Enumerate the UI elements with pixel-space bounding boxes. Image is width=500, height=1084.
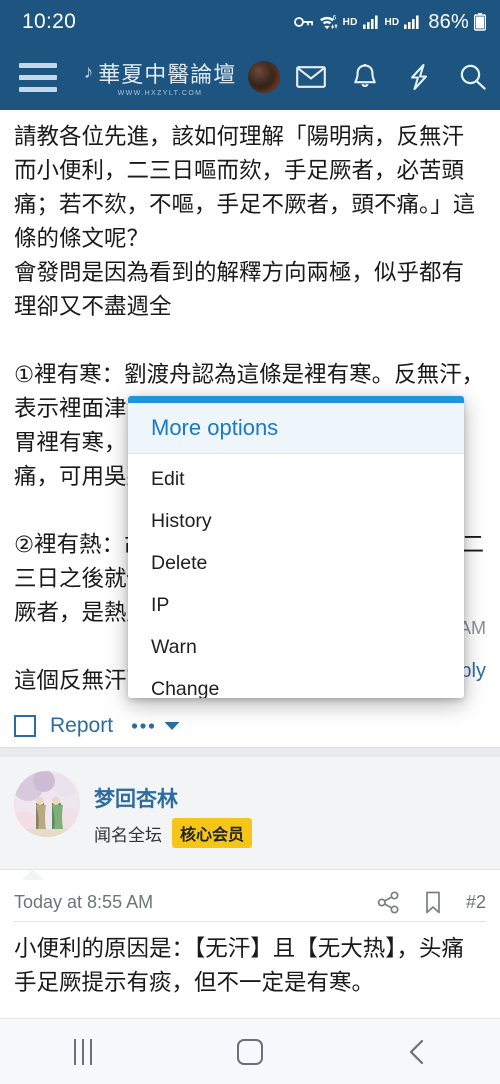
search-icon[interactable] bbox=[446, 63, 500, 91]
back-chevron-icon bbox=[409, 1039, 423, 1064]
post-paragraph: 會發問是因為看到的解釋方向兩極，似乎都有理卻又不盡週全 bbox=[14, 260, 465, 320]
home-icon bbox=[237, 1038, 263, 1065]
more-options-dialog[interactable]: More options Edit History Delete IP Warn… bbox=[128, 396, 464, 698]
inbox-icon[interactable] bbox=[284, 65, 338, 89]
header-action-icons bbox=[284, 63, 500, 91]
menu-item-edit[interactable]: Edit bbox=[128, 458, 464, 500]
menu-item-warn[interactable]: Warn bbox=[128, 626, 464, 668]
bookmark-icon[interactable] bbox=[424, 891, 442, 914]
post2-info-bar: Today at 8:55 AM #2 bbox=[0, 880, 500, 924]
site-title: 華夏中醫論壇 bbox=[98, 62, 237, 87]
site-url: WWW.HXZYLT.COM bbox=[117, 90, 203, 97]
vpn-key-icon bbox=[293, 17, 313, 27]
status-bar: 10:20 6 HD HD 86% bbox=[0, 0, 500, 44]
menu-item-ip[interactable]: IP bbox=[128, 584, 464, 626]
post-more-menu-button[interactable] bbox=[131, 720, 181, 732]
select-post-checkbox[interactable] bbox=[14, 714, 36, 737]
share-icon[interactable] bbox=[377, 890, 400, 914]
post-paragraph: 請教各位先進，該如何理解「陽明病，反無汗而小便利，二三日嘔而欬，手足厥者，必苦頭… bbox=[14, 124, 476, 252]
post2-rule bbox=[14, 921, 486, 922]
site-logo[interactable]: ♪ 華夏中醫論壇 WWW.HXZYLT.COM bbox=[80, 57, 240, 97]
chevron-down-icon bbox=[164, 721, 180, 730]
recents-button[interactable] bbox=[0, 1038, 167, 1065]
post2-header: 梦回杏林 闻名全坛 核心会员 bbox=[0, 757, 500, 869]
post2-top-rule bbox=[0, 869, 500, 870]
post-separator bbox=[0, 748, 500, 757]
post2-username[interactable]: 梦回杏林 bbox=[94, 783, 178, 813]
battery-icon bbox=[474, 13, 486, 31]
post2-content: 小便利的原因是：【无汗】且【无大热】，头痛手足厥提示有痰，但不一定是有寒。 bbox=[0, 932, 500, 1000]
system-navigation-bar bbox=[0, 1018, 500, 1084]
home-button[interactable] bbox=[167, 1038, 334, 1065]
post2-user-title: 闻名全坛 bbox=[94, 825, 162, 846]
status-clock: 10:20 bbox=[22, 10, 77, 33]
status-icon-tray: 6 HD HD 86% bbox=[293, 10, 486, 34]
phone-screen: 10:20 6 HD HD 86% ♪ 華夏中醫論壇 WWW.HXZYLT.CO… bbox=[0, 0, 500, 1084]
hd-badge: HD bbox=[384, 16, 400, 28]
avatar[interactable] bbox=[14, 771, 80, 837]
dialog-title: More options bbox=[151, 415, 279, 440]
signal-bars-icon bbox=[404, 15, 419, 29]
battery-percent-label: 86% bbox=[428, 10, 469, 33]
status-badge: 核心会员 bbox=[172, 818, 253, 848]
alerts-bell-icon[interactable] bbox=[338, 63, 392, 91]
dialog-header: More options bbox=[128, 403, 464, 454]
app-header: ♪ 華夏中醫論壇 WWW.HXZYLT.COM bbox=[0, 44, 500, 110]
svg-text:6: 6 bbox=[332, 15, 336, 22]
signal-bars-icon bbox=[362, 15, 378, 29]
post-action-bar: Report bbox=[0, 703, 500, 748]
back-button[interactable] bbox=[333, 1038, 500, 1066]
whats-new-bolt-icon[interactable] bbox=[392, 63, 446, 91]
dialog-accent-bar bbox=[128, 396, 464, 403]
menu-item-history[interactable]: History bbox=[128, 500, 464, 542]
menu-item-change[interactable]: Change bbox=[128, 668, 464, 699]
brand-logo-row: ♪ 華夏中醫論壇 bbox=[84, 57, 237, 89]
dialog-menu-list: Edit History Delete IP Warn Change bbox=[128, 454, 464, 699]
wifi-6-icon: 6 bbox=[319, 15, 338, 30]
post2-number[interactable]: #2 bbox=[466, 892, 486, 913]
hd-badge: HD bbox=[342, 16, 358, 28]
post2-notch bbox=[22, 869, 44, 880]
hamburger-menu-icon[interactable] bbox=[0, 62, 76, 92]
post2-paragraph: 小便利的原因是：【无汗】且【无大热】，头痛手足厥提示有痰，但不一定是有寒。 bbox=[14, 936, 465, 996]
avatar[interactable] bbox=[248, 61, 280, 93]
post2-user-meta: 闻名全坛 核心会员 bbox=[94, 818, 253, 848]
post2-timestamp: Today at 8:55 AM bbox=[14, 891, 154, 912]
menu-item-delete[interactable]: Delete bbox=[128, 542, 464, 584]
report-button[interactable]: Report bbox=[50, 714, 113, 738]
more-dots-icon bbox=[131, 722, 155, 729]
reply-link-fragment: ply bbox=[460, 660, 486, 682]
recents-icon bbox=[74, 1038, 93, 1065]
swirl-logo-icon: ♪ bbox=[83, 62, 94, 83]
post2-icon-group: #2 bbox=[377, 890, 486, 914]
